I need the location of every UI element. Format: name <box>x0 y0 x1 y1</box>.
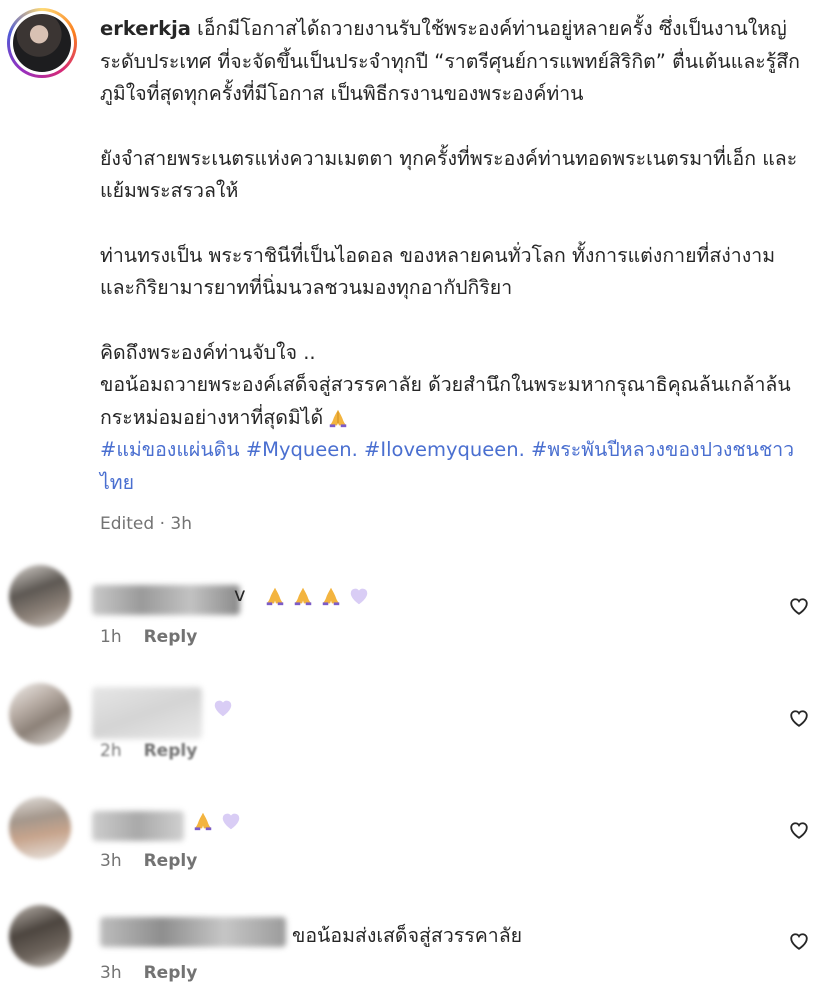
comment-time: 3h <box>100 851 122 871</box>
comment-meta: 3h Reply <box>100 851 197 871</box>
comment-time: 3h <box>100 963 122 983</box>
comment-meta: 2h Reply <box>100 741 197 761</box>
comment-meta: 1h Reply <box>100 627 197 647</box>
comment-item: 2h Reply <box>0 683 820 783</box>
commenter-username-blurred[interactable] <box>92 585 240 615</box>
author-username[interactable]: erkerkja <box>100 17 191 40</box>
reply-button[interactable]: Reply <box>144 627 198 647</box>
comment-body: v <box>234 583 376 607</box>
comment-item: ขอน้อมส่งเสด็จสู่สวรรคาลัย 3h Reply <box>0 905 820 992</box>
heart-outline-icon[interactable] <box>788 819 810 841</box>
hashtags[interactable]: #แม่ของแผ่นดิน #Myqueen. #Ilovemyqueen. … <box>100 434 800 499</box>
edited-timestamp: Edited · 3h <box>100 514 192 534</box>
commenter-username-blurred[interactable] <box>100 917 286 947</box>
caption-closing-2: ขอน้อมถวายพระองค์เสด็จสู่สวรรคาลัย ด้วยส… <box>100 369 800 434</box>
commenter-username-blurred[interactable] <box>92 811 184 841</box>
pray-emoji <box>329 409 347 428</box>
heart-outline-icon[interactable] <box>788 707 810 729</box>
caption-closing-1: คิดถึงพระองค์ท่านจับใจ .. <box>100 340 316 364</box>
pray-emoji <box>266 587 283 605</box>
comment-body: ขอน้อมส่งเสด็จสู่สวรรคาลัย <box>292 924 523 947</box>
commenter-avatar[interactable] <box>9 565 71 627</box>
purple-heart-emoji <box>350 588 367 604</box>
commenter-username-blurred[interactable] <box>92 687 202 739</box>
reply-button[interactable]: Reply <box>144 963 198 983</box>
purple-heart-emoji <box>214 700 232 716</box>
reply-button[interactable]: Reply <box>144 851 198 871</box>
pray-emoji <box>194 812 212 830</box>
caption-paragraph-3: ท่านทรงเป็น พระราชินีที่เป็นไอดอล ของหลา… <box>100 243 776 300</box>
post-caption-block: erkerkja เอ็กมีโอกาสได้ถวายงานรับใช้พระอ… <box>0 0 820 545</box>
caption: erkerkja เอ็กมีโอกาสได้ถวายงานรับใช้พระอ… <box>100 13 800 499</box>
comment-body <box>192 808 248 832</box>
comment-meta: 3h Reply <box>100 963 197 983</box>
pray-emoji <box>322 587 339 605</box>
comment-body <box>212 695 240 719</box>
commenter-avatar[interactable] <box>9 797 71 859</box>
reply-button[interactable]: Reply <box>144 741 198 761</box>
heart-outline-icon[interactable] <box>788 595 810 617</box>
heart-outline-icon[interactable] <box>788 930 810 952</box>
comment-item: v 1h Reply <box>0 565 820 665</box>
caption-paragraph-2: ยังจำสายพระเนตรแห่งความเมตตา ทุกครั้งที่… <box>100 146 798 203</box>
comment-time: 1h <box>100 627 122 647</box>
pray-emoji <box>294 587 311 605</box>
author-avatar[interactable] <box>7 8 77 78</box>
commenter-avatar[interactable] <box>9 905 71 967</box>
caption-text-1: เอ็กมีโอกาสได้ถวายงานรับใช้พระองค์ท่านอย… <box>100 17 800 105</box>
purple-heart-emoji <box>222 813 240 829</box>
username-tail: v <box>234 583 246 606</box>
caption-paragraph-1: erkerkja เอ็กมีโอกาสได้ถวายงานรับใช้พระอ… <box>100 13 800 111</box>
commenter-avatar[interactable] <box>9 683 71 745</box>
caption-closing-2-text: ขอน้อมถวายพระองค์เสด็จสู่สวรรคาลัย ด้วยส… <box>100 373 791 429</box>
comment-item: 3h Reply <box>0 797 820 897</box>
comment-time: 2h <box>100 741 122 761</box>
